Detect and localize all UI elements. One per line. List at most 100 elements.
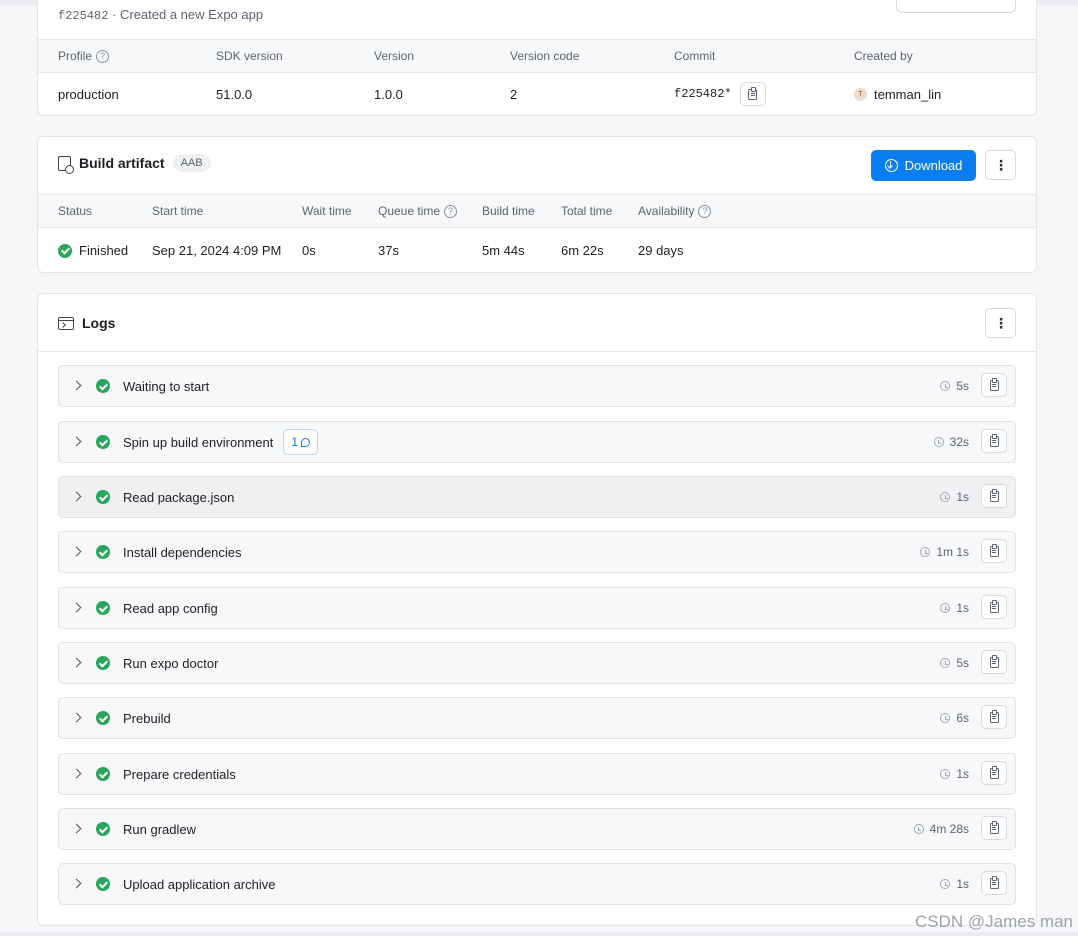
commit-value[interactable]: f225482* — [674, 87, 732, 101]
download-icon — [884, 159, 898, 172]
chevron-right-icon[interactable] — [71, 823, 82, 834]
log-step-row[interactable]: Waiting to start 5s — [58, 365, 1016, 407]
chevron-right-icon[interactable] — [71, 436, 82, 447]
column-created-by: Created by — [854, 49, 913, 63]
copy-log-button[interactable] — [981, 705, 1007, 729]
log-step-duration: 1s — [956, 767, 969, 781]
check-circle-icon — [96, 822, 110, 836]
check-circle-icon — [96, 656, 110, 670]
clipboard-icon — [989, 433, 999, 447]
comment-count-chip[interactable]: 1 — [283, 429, 319, 455]
summary-table-row: production 51.0.0 1.0.0 2 f225482* T tem… — [38, 74, 1036, 114]
log-step-duration: 1s — [956, 601, 969, 615]
check-circle-icon — [96, 601, 110, 615]
log-step-row[interactable]: Read app config 1s — [58, 587, 1016, 629]
copy-log-button[interactable] — [981, 871, 1007, 895]
log-step-name: Run gradlew — [123, 821, 196, 837]
log-step-name: Spin up build environment — [123, 434, 274, 450]
clock-icon — [933, 437, 944, 447]
copy-log-button[interactable] — [981, 539, 1007, 563]
header-action-button[interactable] — [896, 0, 1016, 13]
help-icon[interactable]: ? — [444, 204, 458, 218]
build-summary-card: f225482 · Created a new Expo app Profile… — [37, 0, 1037, 116]
clock-icon — [940, 603, 951, 613]
comment-icon — [301, 437, 311, 447]
chevron-right-icon[interactable] — [71, 546, 82, 557]
copy-log-button[interactable] — [981, 650, 1007, 674]
clock-icon — [913, 824, 924, 834]
clipboard-icon — [989, 599, 999, 613]
copy-log-button[interactable] — [981, 484, 1007, 508]
log-step-duration: 5s — [956, 656, 969, 670]
help-icon[interactable]: ? — [698, 204, 712, 218]
profile-value: production — [58, 86, 119, 102]
copy-commit-button[interactable] — [739, 82, 766, 106]
clipboard-icon — [989, 377, 999, 391]
clipboard-icon — [989, 820, 999, 834]
copy-log-button[interactable] — [981, 429, 1007, 453]
copy-log-button[interactable] — [981, 816, 1007, 840]
log-step-row[interactable]: Upload application archive 1s — [58, 863, 1016, 905]
logs-card: Logs ⋮ Waiting to start 5s Spin up build… — [37, 293, 1037, 926]
copy-log-button[interactable] — [981, 595, 1007, 619]
column-version-code: Version code — [510, 49, 580, 63]
check-circle-icon — [96, 711, 110, 725]
subtitle-separator: · — [108, 7, 120, 22]
log-step-name: Run expo doctor — [123, 655, 219, 671]
column-wait-time: Wait time — [302, 204, 352, 218]
log-step-name: Upload application archive — [123, 876, 276, 892]
clipboard-icon — [989, 765, 999, 779]
clipboard-icon — [989, 654, 999, 668]
download-label: Download — [904, 158, 963, 173]
log-step-duration: 1s — [956, 490, 969, 504]
column-start-time: Start time — [152, 204, 204, 218]
log-step-duration: 1s — [956, 877, 969, 891]
logs-header: Logs ⋮ — [38, 294, 1036, 352]
artifact-title: Build artifact — [79, 155, 165, 171]
logs-more-button[interactable]: ⋮ — [985, 308, 1016, 338]
log-step-row[interactable]: Read package.json 1s — [58, 476, 1016, 518]
copy-log-button[interactable] — [981, 373, 1007, 397]
clipboard-icon — [989, 543, 999, 557]
log-step-row[interactable]: Run expo doctor 5s — [58, 642, 1016, 684]
logs-title-group: Logs — [58, 315, 115, 331]
chevron-right-icon[interactable] — [71, 768, 82, 779]
log-step-row[interactable]: Prebuild 6s — [58, 697, 1016, 739]
copy-log-button[interactable] — [981, 761, 1007, 785]
check-circle-icon — [96, 435, 110, 449]
chevron-right-icon[interactable] — [71, 712, 82, 723]
chevron-right-icon[interactable] — [71, 491, 82, 502]
check-circle-icon — [96, 877, 110, 891]
chevron-right-icon[interactable] — [71, 657, 82, 668]
chevron-right-icon[interactable] — [71, 878, 82, 889]
column-status: Status — [58, 204, 93, 218]
chevron-right-icon[interactable] — [71, 380, 82, 391]
column-availability: Availability? — [638, 195, 712, 227]
artifact-table-row: Finished Sep 21, 2024 4:09 PM 0s 37s 5m … — [38, 229, 1036, 272]
created-by-value[interactable]: temman_lin — [874, 87, 941, 102]
log-step-row[interactable]: Run gradlew 4m 28s — [58, 808, 1016, 850]
chevron-right-icon[interactable] — [71, 602, 82, 613]
clock-icon — [940, 658, 951, 668]
help-icon[interactable]: ? — [96, 49, 110, 63]
wait-time-value: 0s — [302, 243, 316, 258]
download-button[interactable]: Download — [871, 150, 976, 181]
check-circle-icon — [96, 490, 110, 504]
created-by-cell: T temman_lin — [854, 74, 941, 114]
column-total-time: Total time — [561, 204, 613, 218]
status-cell: Finished — [58, 229, 128, 272]
log-step-duration: 32s — [949, 435, 969, 449]
clipboard-icon — [989, 709, 999, 723]
total-time-value: 6m 22s — [561, 243, 604, 258]
log-step-row[interactable]: Spin up build environment 1 32s — [58, 421, 1016, 463]
clock-icon — [940, 381, 951, 391]
summary-table-header: Profile? SDK version Version Version cod… — [38, 39, 1036, 73]
avatar: T — [854, 87, 867, 101]
log-step-row[interactable]: Install dependencies 1m 1s — [58, 531, 1016, 573]
log-step-row[interactable]: Prepare credentials 1s — [58, 753, 1016, 795]
check-circle-icon — [96, 379, 110, 393]
clipboard-icon — [989, 488, 999, 502]
commit-message: Created a new Expo app — [119, 7, 264, 22]
start-time-value: Sep 21, 2024 4:09 PM — [152, 243, 282, 258]
artifact-more-button[interactable]: ⋮ — [985, 150, 1016, 180]
